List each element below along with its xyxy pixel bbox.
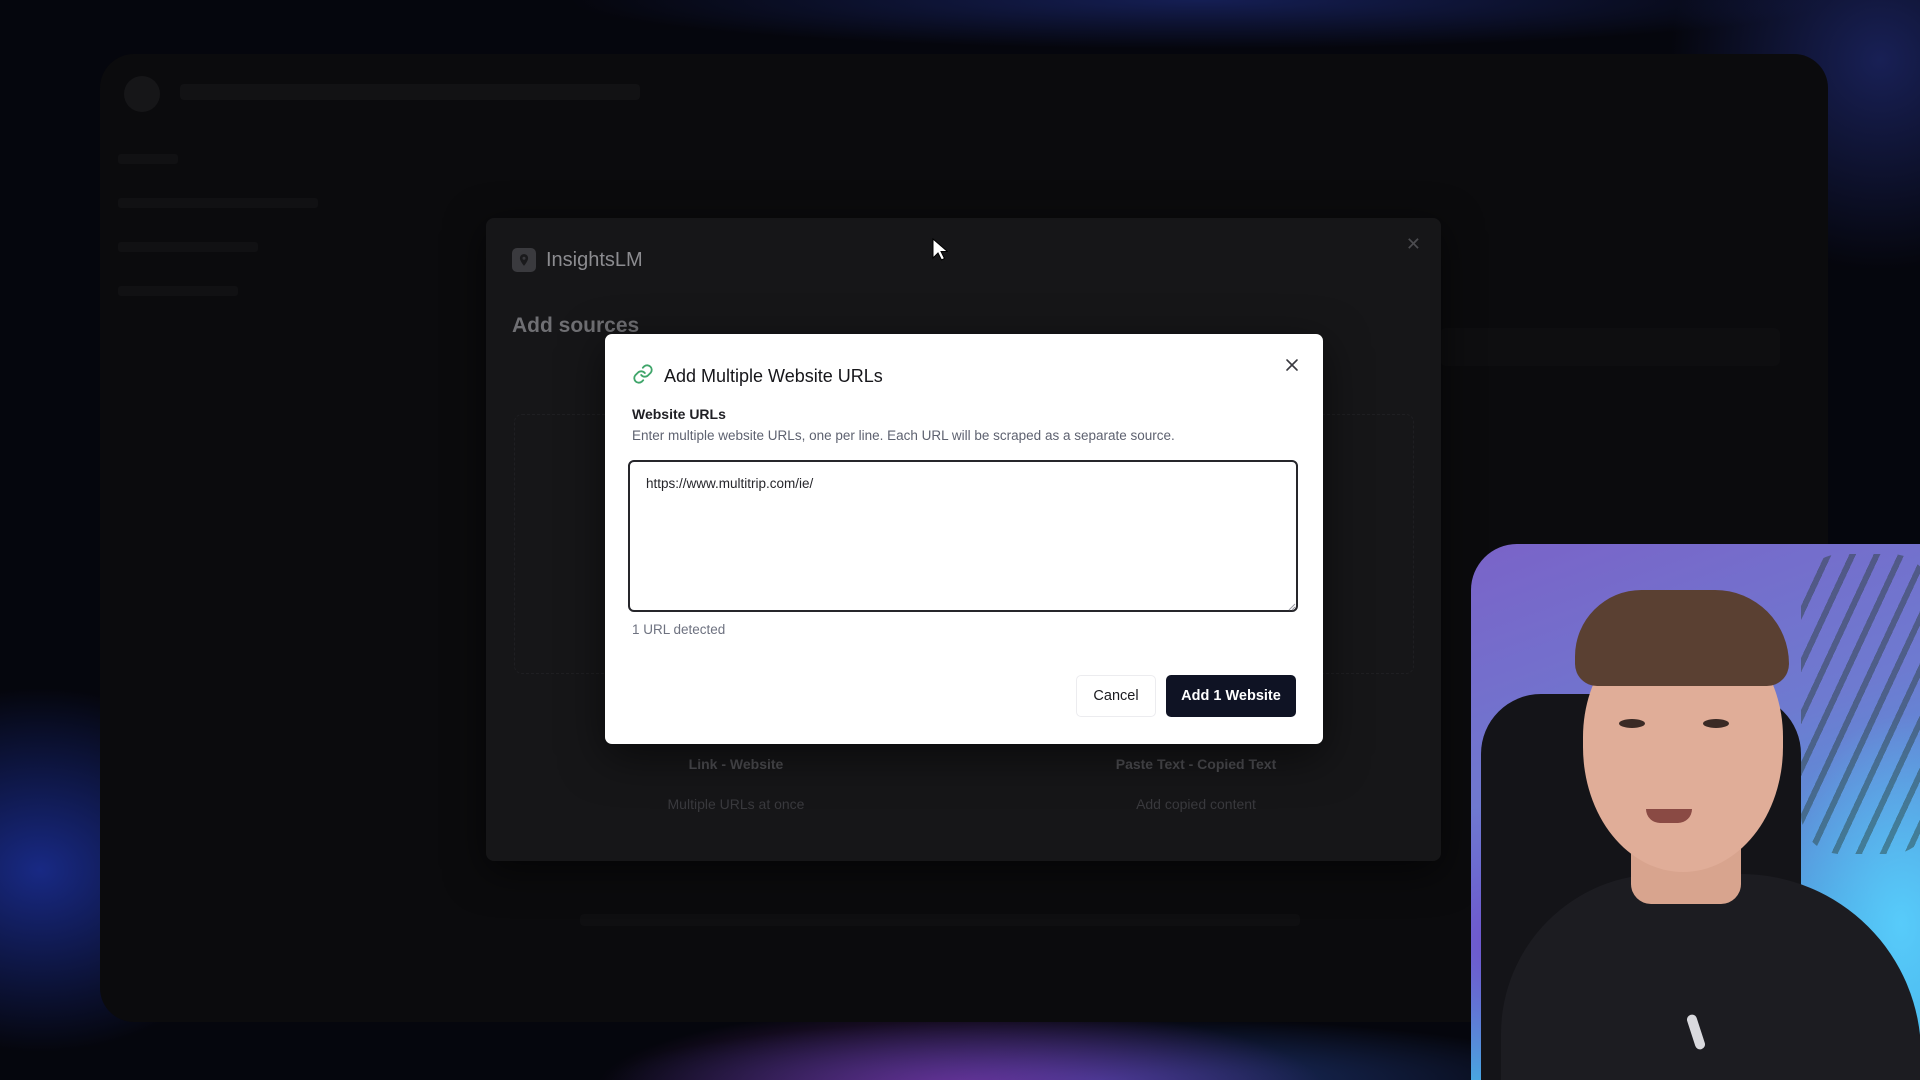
avatar (124, 76, 160, 112)
add-website-button[interactable]: Add 1 Website (1166, 675, 1296, 717)
footer-placeholder (580, 914, 1300, 926)
option-paste-text[interactable]: Paste Text - Copied Text Add copied cont… (1046, 756, 1346, 812)
right-panel-button-placeholder (1440, 328, 1780, 366)
option-title: Link - Website (688, 756, 784, 772)
modal-actions: Cancel Add 1 Website (1076, 675, 1296, 717)
presenter-eye (1619, 719, 1645, 728)
option-description: Multiple URLs at once (667, 796, 805, 812)
modal-title: Add Multiple Website URLs (664, 366, 883, 386)
app-title-placeholder (180, 84, 640, 100)
close-icon[interactable]: ✕ (1406, 234, 1421, 255)
location-pin-icon (512, 248, 536, 272)
add-urls-modal: Add Multiple Website URLs Website URLs E… (605, 334, 1323, 744)
url-count-status: 1 URL detected (632, 622, 726, 637)
close-icon[interactable] (1281, 354, 1303, 376)
brand-name: InsightsLM (546, 248, 643, 271)
link-icon (632, 363, 654, 390)
plant-background (1801, 554, 1920, 854)
option-title: Paste Text - Copied Text (1115, 756, 1277, 772)
option-link-website[interactable]: Link - Website Multiple URLs at once (586, 756, 886, 812)
resize-grip-icon[interactable] (1286, 598, 1296, 611)
option-description: Add copied content (1136, 796, 1256, 812)
presenter-eye (1703, 719, 1729, 728)
modal-header: Add Multiple Website URLs (632, 363, 883, 390)
field-label: Website URLs (632, 406, 726, 422)
sidebar-placeholder (118, 154, 458, 454)
presenter-hair (1575, 590, 1789, 686)
mouse-cursor-icon (932, 237, 949, 267)
presenter-mouth (1646, 809, 1692, 823)
brand: InsightsLM (512, 248, 643, 272)
website-urls-textarea[interactable]: https://www.multitrip.com/ie/ (628, 460, 1298, 612)
cancel-button[interactable]: Cancel (1076, 675, 1156, 717)
field-help-text: Enter multiple website URLs, one per lin… (632, 428, 1175, 443)
webcam-overlay (1471, 544, 1920, 1080)
